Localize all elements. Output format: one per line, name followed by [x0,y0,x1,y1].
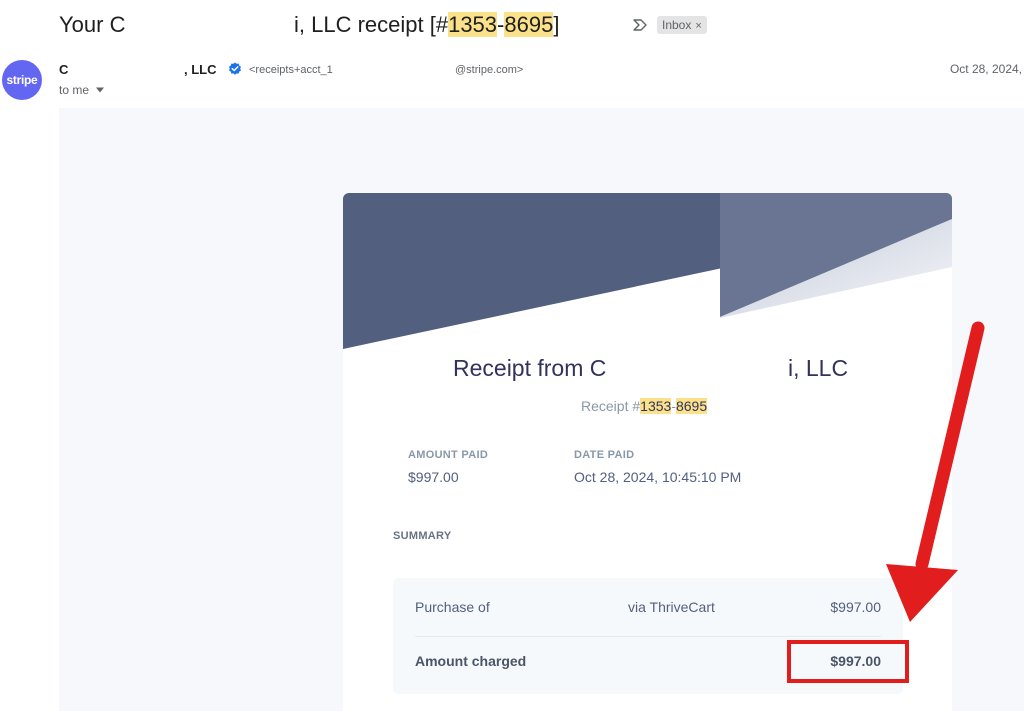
date-paid-value: Oct 28, 2024, 10:45:10 PM [574,469,742,485]
receipt-title-end: i, LLC [788,355,849,381]
sender-email-end: @stripe.com> [455,64,524,76]
amount-paid-label: AMOUNT PAID [408,449,489,461]
summary-table: Purchase of via ThriveCart $997.00 Amoun… [393,578,903,694]
line-item-via: via ThriveCart [628,599,715,615]
receipt-title-start: Receipt from C [453,355,607,381]
line-item-label: Purchase of [415,599,490,615]
email-body: Receipt from C i, LLC Receipt #1353-8695… [59,108,1024,713]
email-date: Oct 28, 2024, [949,62,1022,76]
summary-heading: SUMMARY [393,530,452,542]
line-item-amount: $997.00 [830,599,881,615]
subject-text-start: Your C [59,12,126,37]
subject-text-end: i, LLC receipt [#1353-8695] [294,12,560,37]
sender-email-start: <receipts+acct_1 [249,64,333,76]
subject-receipt-num1: 1353 [448,12,498,37]
amount-charged-value: $997.00 [830,653,881,669]
receipt-number: Receipt #1353-8695 [581,398,708,414]
receipt-header-banner [343,193,952,349]
verified-badge-icon [229,62,241,75]
inbox-label-chip[interactable]: Inbox × [657,16,707,34]
date-paid-label: DATE PAID [574,449,635,461]
recipient-toggle[interactable]: to me [59,83,89,97]
sender-avatar[interactable]: stripe [2,60,42,100]
caret-down-icon[interactable] [95,87,105,93]
important-marker-icon[interactable] [632,17,648,33]
receipt-card: Receipt from C i, LLC Receipt #1353-8695… [343,193,952,713]
amount-paid-value: $997.00 [408,469,459,485]
amount-charged-label: Amount charged [415,653,527,669]
sender-name-end[interactable]: , LLC [184,62,217,77]
summary-divider [415,636,881,637]
sender-name-start[interactable]: C [59,62,68,77]
email-subject: Your C i, LLC receipt [#1353-8695] Inbox… [59,10,1024,40]
subject-receipt-num2: 8695 [504,12,554,37]
remove-label-icon[interactable]: × [695,20,701,32]
